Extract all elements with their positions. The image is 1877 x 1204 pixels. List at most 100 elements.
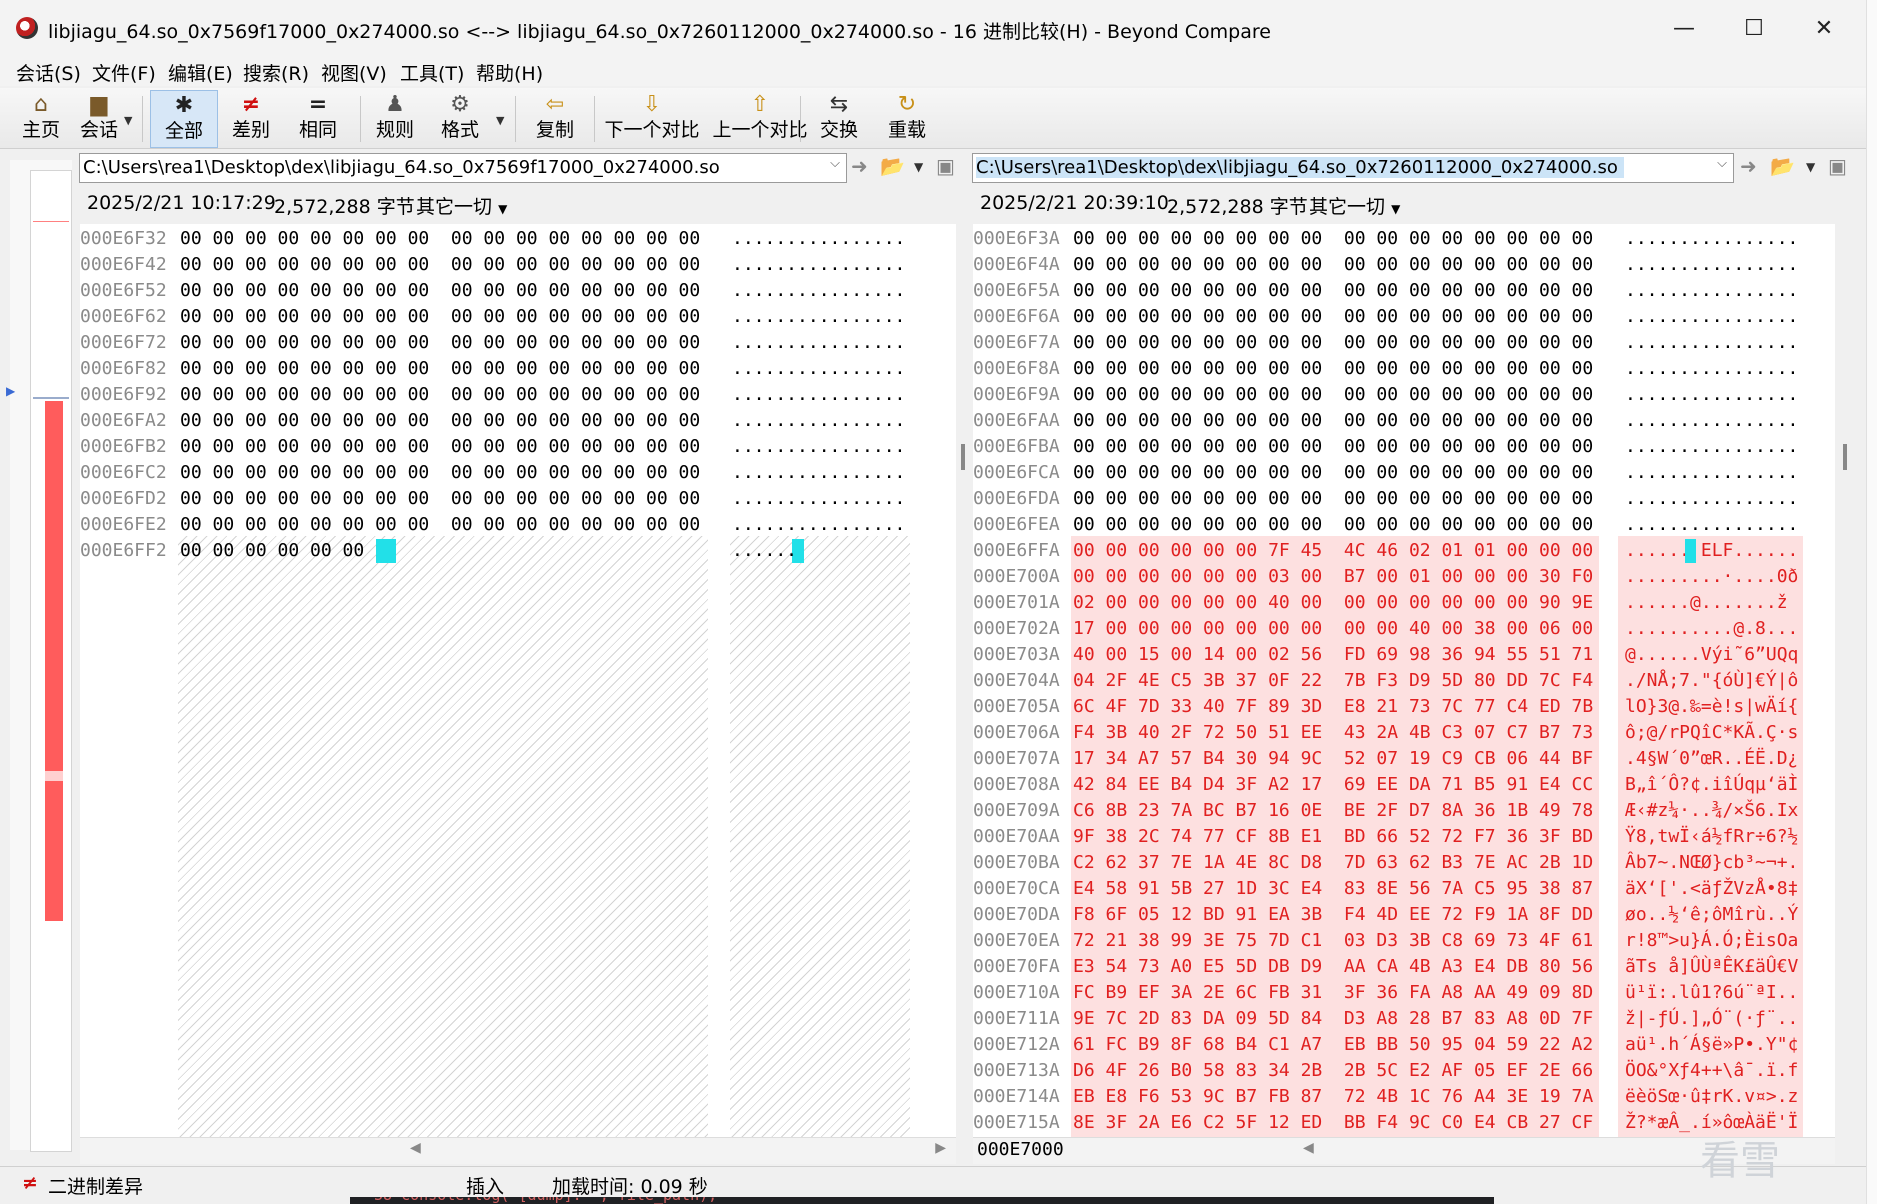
hex-row[interactable]: 000E6FCA 00 00 00 00 00 00 00 00 00 00 00… [973, 460, 1798, 486]
next-diff-button[interactable]: ⇩ 下一个对比 [600, 90, 704, 146]
hex-row[interactable]: 000E6F5A 00 00 00 00 00 00 00 00 00 00 00… [973, 278, 1798, 304]
right-vertical-scrollbar[interactable] [1838, 224, 1852, 1137]
menu-session[interactable]: 会话(S) [16, 59, 81, 86]
hex-row[interactable]: 000E6F52 00 00 00 00 00 00 00 00 00 00 00… [80, 278, 905, 304]
hex-row[interactable]: 000E714A EB E8 F6 53 9C B7 FB 87 72 4B 1C… [973, 1084, 1798, 1110]
difference-overview[interactable]: ▶ [6, 160, 72, 1152]
hex-row[interactable]: 000E715A 8E 3F 2A E6 C2 5F 12 ED BB F4 9C… [973, 1110, 1798, 1136]
right-path-input[interactable]: C:\Users\rea1\Desktop\dex\libjiagu_64.so… [972, 153, 1734, 183]
hex-row[interactable]: 000E710A FC B9 EF 3A 2E 6C FB 31 3F 36 FA… [973, 980, 1798, 1006]
copy-button[interactable]: ⇦ 复制 [522, 90, 588, 146]
hex-row[interactable]: 000E6F4A 00 00 00 00 00 00 00 00 00 00 00… [973, 252, 1798, 278]
hex-row[interactable]: 000E705A 6C 4F 7D 33 40 7F 89 3D E8 21 73… [973, 694, 1798, 720]
hex-row[interactable]: 000E6FD2 00 00 00 00 00 00 00 00 00 00 00… [80, 486, 905, 512]
home-button[interactable]: ⌂ 主页 [8, 90, 74, 146]
hex-row[interactable]: 000E701A 02 00 00 00 00 00 40 00 00 00 00… [973, 590, 1788, 616]
hex-row[interactable]: 000E708A 42 84 EE B4 D4 3F A2 17 69 EE DA… [973, 772, 1798, 798]
maximize-icon[interactable]: ☐ [1724, 12, 1784, 46]
left-horizontal-scrollbar[interactable]: ◀ ▶ [80, 1137, 956, 1164]
left-scroll-thumb[interactable] [961, 444, 965, 470]
hex-row[interactable]: 000E6F3A 00 00 00 00 00 00 00 00 00 00 00… [973, 226, 1798, 252]
menu-search[interactable]: 搜索(R) [243, 59, 309, 86]
hex-row[interactable]: 000E702A 17 00 00 00 00 00 00 00 00 00 40… [973, 616, 1798, 642]
hex-row[interactable]: 000E6F62 00 00 00 00 00 00 00 00 00 00 00… [80, 304, 905, 330]
left-encoding-select[interactable]: 其它一切 ▼ [416, 192, 507, 219]
hex-row[interactable]: 000E711A 9E 7C 2D 83 DA 09 5D 84 D3 A8 28… [973, 1006, 1798, 1032]
hex-row[interactable]: 000E6F9A 00 00 00 00 00 00 00 00 00 00 00… [973, 382, 1798, 408]
right-refresh-icon[interactable]: ➜ [1740, 154, 1757, 178]
hex-row[interactable]: 000E70BA C2 62 37 7E 1A 4E 8C D8 7D 63 62… [973, 850, 1798, 876]
hex-row[interactable]: 000E6FE2 00 00 00 00 00 00 00 00 00 00 00… [80, 512, 905, 538]
show-all-button[interactable]: ✱ 全部 [150, 90, 218, 148]
hex-row[interactable]: 000E6FF2 00 00 00 00 00 00...... [80, 538, 804, 564]
hex-row[interactable]: 000E6FBA 00 00 00 00 00 00 00 00 00 00 00… [973, 434, 1798, 460]
hex-row[interactable]: 000E6FEA 00 00 00 00 00 00 00 00 00 00 00… [973, 512, 1798, 538]
minimize-icon[interactable]: — [1654, 12, 1714, 46]
right-open-folder-icon[interactable]: 📂 [1770, 154, 1795, 178]
prev-diff-button[interactable]: ⇧ 上一个对比 [708, 90, 812, 146]
hex-row[interactable]: 000E704A 04 2F 4E C5 3B 37 0F 22 7B F3 D9… [973, 668, 1798, 694]
left-open-folder-icon[interactable]: 📂 [880, 154, 905, 178]
right-encoding-select[interactable]: 其它一切 ▼ [1309, 192, 1400, 219]
hex-row[interactable]: 000E70CA E4 58 91 5B 27 1D 3C E4 83 8E 56… [973, 876, 1798, 902]
format-button[interactable]: ⚙ 格式 [427, 90, 493, 146]
hex-row[interactable]: 000E700A 00 00 00 00 00 00 03 00 B7 00 01… [973, 564, 1798, 590]
hex-row[interactable]: 000E6F72 00 00 00 00 00 00 00 00 00 00 00… [80, 330, 905, 356]
left-folder-dropdown-icon[interactable]: ▼ [914, 160, 923, 174]
menu-edit[interactable]: 编辑(E) [168, 59, 233, 86]
right-scroll-thumb[interactable] [1843, 444, 1847, 470]
hex-row[interactable]: 000E6FC2 00 00 00 00 00 00 00 00 00 00 00… [80, 460, 905, 486]
format-dropdown-icon[interactable]: ▼ [496, 114, 504, 127]
show-diff-button[interactable]: ≠ 差别 [218, 90, 284, 146]
menu-file[interactable]: 文件(F) [92, 59, 156, 86]
hex-row[interactable]: 000E6F82 00 00 00 00 00 00 00 00 00 00 00… [80, 356, 905, 382]
rules-button[interactable]: ♟ 规则 [362, 90, 428, 146]
hex-row[interactable]: 000E6FAA 00 00 00 00 00 00 00 00 00 00 00… [973, 408, 1798, 434]
reload-button[interactable]: ↻ 重载 [874, 90, 940, 146]
right-save-icon[interactable]: ▣ [1828, 154, 1847, 178]
hex-row[interactable]: 000E6FFA 00 00 00 00 00 00 7F 45 4C 46 02… [973, 538, 1798, 564]
hex-row[interactable]: 000E6F6A 00 00 00 00 00 00 00 00 00 00 00… [973, 304, 1798, 330]
hex-row[interactable]: 000E6F92 00 00 00 00 00 00 00 00 00 00 00… [80, 382, 905, 408]
scroll-left-icon[interactable]: ◀ [1303, 1140, 1314, 1156]
hex-row[interactable]: 000E712A 61 FC B9 8F 68 B4 C1 A7 EB BB 50… [973, 1032, 1798, 1058]
right-path-dropdown-icon[interactable]: ⌵ [1717, 156, 1727, 171]
row-address: 000E6FDA [973, 488, 1060, 509]
hex-row[interactable]: 000E706A F4 3B 40 2F 72 50 51 EE 43 2A 4B… [973, 720, 1798, 746]
close-icon[interactable]: ✕ [1794, 12, 1854, 46]
menu-view[interactable]: 视图(V) [321, 59, 387, 86]
hex-row[interactable]: 000E703A 40 00 15 00 14 00 02 56 FD 69 98… [973, 642, 1798, 668]
right-folder-dropdown-icon[interactable]: ▼ [1806, 160, 1815, 174]
hex-row[interactable]: 000E70FA E3 54 73 A0 E5 5D DB D9 AA CA 4B… [973, 954, 1798, 980]
left-path-input[interactable]: C:\Users\rea1\Desktop\dex\libjiagu_64.so… [79, 153, 847, 183]
hex-row[interactable]: 000E70DA F8 6F 05 12 BD 91 EA 3B F4 4D EE… [973, 902, 1798, 928]
hex-row[interactable]: 000E6F8A 00 00 00 00 00 00 00 00 00 00 00… [973, 356, 1798, 382]
hex-row[interactable]: 000E70AA 9F 38 2C 74 77 CF 8B E1 BD 66 52… [973, 824, 1798, 850]
show-same-button[interactable]: = 相同 [285, 90, 351, 146]
hex-row[interactable]: 000E70EA 72 21 38 99 3E 75 7D C1 03 D3 3B… [973, 928, 1798, 954]
menu-help[interactable]: 帮助(H) [476, 59, 543, 86]
hex-row[interactable]: 000E6FA2 00 00 00 00 00 00 00 00 00 00 00… [80, 408, 905, 434]
session-dropdown-icon[interactable]: ▼ [124, 114, 132, 127]
hex-row[interactable]: 000E713A D6 4F 26 B0 58 83 34 2B 2B 5C E2… [973, 1058, 1798, 1084]
pane-splitter[interactable] [958, 224, 972, 1154]
session-button[interactable]: ▆ 会话 [66, 90, 132, 146]
scroll-right-icon[interactable]: ▶ [935, 1140, 946, 1156]
menu-tools[interactable]: 工具(T) [400, 59, 464, 86]
hex-row[interactable]: 000E6FB2 00 00 00 00 00 00 00 00 00 00 00… [80, 434, 905, 460]
row-address: 000E704A [973, 670, 1060, 691]
hex-row[interactable]: 000E6F42 00 00 00 00 00 00 00 00 00 00 00… [80, 252, 905, 278]
left-save-icon[interactable]: ▣ [936, 154, 955, 178]
hex-row[interactable]: 000E709A C6 8B 23 7A BC B7 16 0E BE 2F D7… [973, 798, 1798, 824]
left-hex-pane[interactable]: 000E6F32 00 00 00 00 00 00 00 00 00 00 00… [80, 224, 956, 1137]
hex-row[interactable]: 000E6FDA 00 00 00 00 00 00 00 00 00 00 00… [973, 486, 1798, 512]
hex-row[interactable]: 000E707A 17 34 A7 57 B4 30 94 9C 52 07 19… [973, 746, 1798, 772]
swap-button[interactable]: ⇆ 交换 [806, 90, 872, 146]
left-refresh-icon[interactable]: ➜ [851, 154, 868, 178]
right-hex-pane[interactable]: 000E6F3A 00 00 00 00 00 00 00 00 00 00 00… [973, 224, 1835, 1137]
overview-viewport-marker[interactable] [33, 397, 69, 399]
scroll-left-icon[interactable]: ◀ [410, 1140, 421, 1156]
left-path-dropdown-icon[interactable]: ⌵ [830, 156, 840, 171]
hex-row[interactable]: 000E6F7A 00 00 00 00 00 00 00 00 00 00 00… [973, 330, 1798, 356]
hex-row[interactable]: 000E6F32 00 00 00 00 00 00 00 00 00 00 00… [80, 226, 905, 252]
